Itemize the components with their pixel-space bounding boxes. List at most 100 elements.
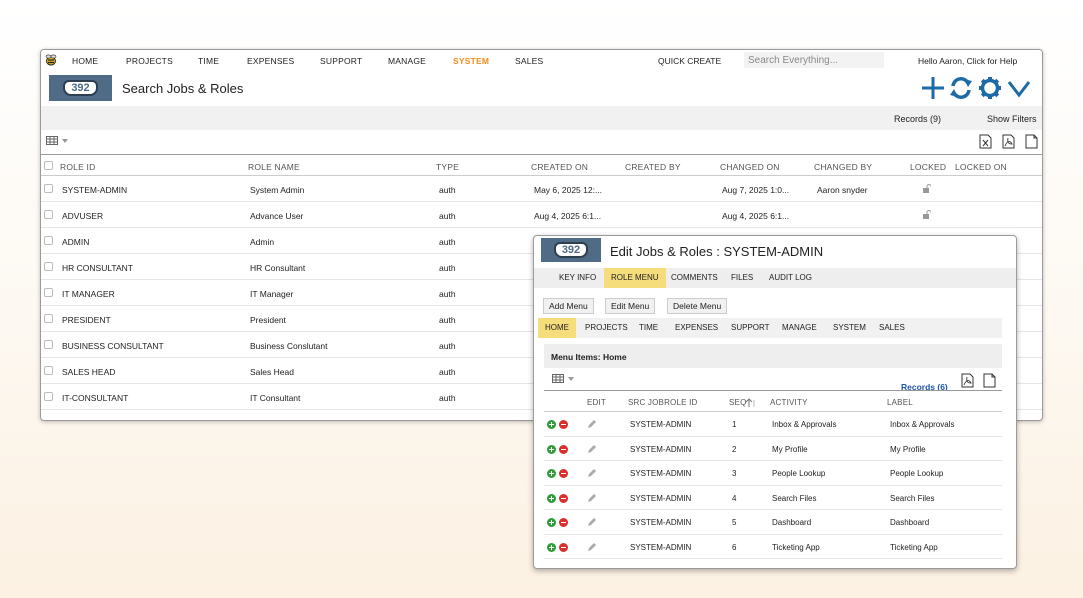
seq-cell: 2 (732, 444, 737, 454)
edit-menu-button[interactable]: Edit Menu (605, 298, 656, 314)
subtab-sales[interactable]: SALES (872, 318, 912, 338)
menu-table-row[interactable]: SYSTEM-ADMIN 1 Inbox & Approvals Inbox &… (544, 412, 1002, 437)
tab-comments[interactable]: COMMENTS (664, 268, 725, 288)
subtab-expenses[interactable]: EXPENSES (668, 318, 725, 338)
delete-row-icon[interactable] (559, 469, 568, 478)
row-checkbox[interactable] (44, 210, 53, 219)
bee-logo-icon[interactable] (44, 53, 58, 67)
col-src-jobrole-id[interactable]: SRC JOBROLE ID (628, 398, 697, 407)
edit-pencil-icon[interactable] (587, 444, 597, 454)
subtab-support[interactable]: SUPPORT (724, 318, 777, 338)
src-jobrole-cell: SYSTEM-ADMIN (630, 469, 692, 478)
sort-ascending-icon[interactable] (746, 398, 756, 407)
quick-create-link[interactable]: QUICK CREATE (658, 56, 721, 66)
excel-export-icon[interactable] (979, 134, 992, 149)
subtab-manage[interactable]: MANAGE (775, 318, 824, 338)
grid-view-icon[interactable] (46, 136, 58, 145)
subtab-system[interactable]: SYSTEM (826, 318, 873, 338)
edit-pencil-icon[interactable] (587, 542, 597, 552)
add-row-icon[interactable] (547, 444, 556, 454)
unlocked-icon[interactable] (923, 210, 931, 219)
col-label[interactable]: LABEL (887, 398, 913, 407)
col-changed-on[interactable]: CHANGED ON (720, 162, 780, 172)
role-name-cell: IT Consultant (250, 393, 301, 403)
tab-key-info[interactable]: KEY INFO (552, 268, 603, 288)
view-dropdown-caret-icon[interactable] (568, 377, 574, 381)
nav-support[interactable]: SUPPORT (320, 56, 362, 66)
col-locked[interactable]: LOCKED (910, 162, 946, 172)
unlocked-icon[interactable] (923, 184, 931, 193)
add-row-icon[interactable] (547, 493, 556, 503)
subtab-projects[interactable]: PROJECTS (578, 318, 635, 338)
grid-view-icon[interactable] (552, 374, 564, 383)
add-row-icon[interactable] (547, 469, 556, 478)
chevron-down-icon[interactable] (1007, 76, 1031, 100)
col-activity[interactable]: ACTIVITY (770, 398, 808, 407)
row-checkbox[interactable] (44, 314, 53, 323)
menu-table-row[interactable]: SYSTEM-ADMIN 3 People Lookup People Look… (544, 461, 1002, 486)
add-menu-button[interactable]: Add Menu (543, 298, 594, 314)
add-row-icon[interactable] (547, 420, 556, 429)
pdf-export-icon[interactable] (961, 373, 974, 388)
col-seq[interactable]: SEQ (729, 398, 747, 407)
show-filters-link[interactable]: Show Filters (987, 114, 1037, 124)
document-export-icon[interactable] (1025, 134, 1038, 149)
col-role-name[interactable]: ROLE NAME (248, 162, 300, 172)
menu-table-row[interactable]: SYSTEM-ADMIN 6 Ticketing App Ticketing A… (544, 535, 1002, 559)
col-type[interactable]: TYPE (436, 162, 459, 172)
add-row-icon[interactable] (547, 542, 556, 552)
edit-pencil-icon[interactable] (587, 419, 597, 429)
menu-table-row[interactable]: SYSTEM-ADMIN 5 Dashboard Dashboard (544, 510, 1002, 535)
add-icon[interactable] (921, 76, 945, 100)
row-checkbox[interactable] (44, 184, 53, 193)
edit-pencil-icon[interactable] (587, 493, 597, 503)
tab-files[interactable]: FILES (724, 268, 760, 288)
col-created-on[interactable]: CREATED ON (531, 162, 588, 172)
menu-table-row[interactable]: SYSTEM-ADMIN 2 My Profile My Profile (544, 437, 1002, 461)
delete-row-icon[interactable] (559, 542, 568, 552)
nav-system[interactable]: SYSTEM (453, 56, 489, 66)
delete-row-icon[interactable] (559, 420, 568, 429)
nav-time[interactable]: TIME (198, 56, 219, 66)
select-all-checkbox[interactable] (44, 161, 53, 170)
tab-role-menu[interactable]: ROLE MENU (604, 268, 666, 288)
document-export-icon[interactable] (983, 373, 996, 388)
view-dropdown-caret-icon[interactable] (62, 139, 68, 143)
subtab-home[interactable]: HOME (538, 318, 576, 338)
col-locked-on[interactable]: LOCKED ON (955, 162, 1007, 172)
role-id-cell: ADMIN (62, 237, 90, 247)
table-row[interactable]: ADVUSER Advance User auth Aug 4, 2025 6:… (41, 202, 1042, 228)
row-checkbox[interactable] (44, 340, 53, 349)
seq-cell: 4 (732, 493, 737, 503)
edit-pencil-icon[interactable] (587, 517, 597, 527)
tab-audit-log[interactable]: AUDIT LOG (762, 268, 819, 288)
nav-home[interactable]: HOME (72, 56, 98, 66)
delete-row-icon[interactable] (559, 518, 568, 527)
pdf-export-icon[interactable] (1002, 134, 1015, 149)
refresh-icon[interactable] (949, 76, 973, 100)
edit-pencil-icon[interactable] (587, 468, 597, 478)
menu-table-row[interactable]: SYSTEM-ADMIN 4 Search Files Search Files (544, 486, 1002, 510)
user-greeting-link[interactable]: Hello Aaron, Click for Help (918, 56, 1017, 66)
col-role-id[interactable]: ROLE ID (60, 162, 95, 172)
subtab-time[interactable]: TIME (632, 318, 665, 338)
nav-sales[interactable]: SALES (515, 56, 543, 66)
delete-row-icon[interactable] (559, 493, 568, 503)
nav-expenses[interactable]: EXPENSES (247, 56, 294, 66)
row-checkbox[interactable] (44, 288, 53, 297)
settings-gear-icon[interactable] (978, 76, 1002, 100)
nav-manage[interactable]: MANAGE (388, 56, 426, 66)
row-checkbox[interactable] (44, 236, 53, 245)
add-row-icon[interactable] (547, 518, 556, 527)
row-checkbox[interactable] (44, 392, 53, 401)
table-row[interactable]: SYSTEM-ADMIN System Admin auth May 6, 20… (41, 176, 1042, 202)
src-jobrole-cell: SYSTEM-ADMIN (630, 444, 692, 454)
col-changed-by[interactable]: CHANGED BY (814, 162, 872, 172)
col-created-by[interactable]: CREATED BY (625, 162, 681, 172)
delete-menu-button[interactable]: Delete Menu (667, 298, 728, 314)
row-checkbox[interactable] (44, 262, 53, 271)
global-search-input[interactable] (744, 52, 884, 68)
nav-projects[interactable]: PROJECTS (126, 56, 173, 66)
delete-row-icon[interactable] (559, 444, 568, 454)
row-checkbox[interactable] (44, 366, 53, 375)
